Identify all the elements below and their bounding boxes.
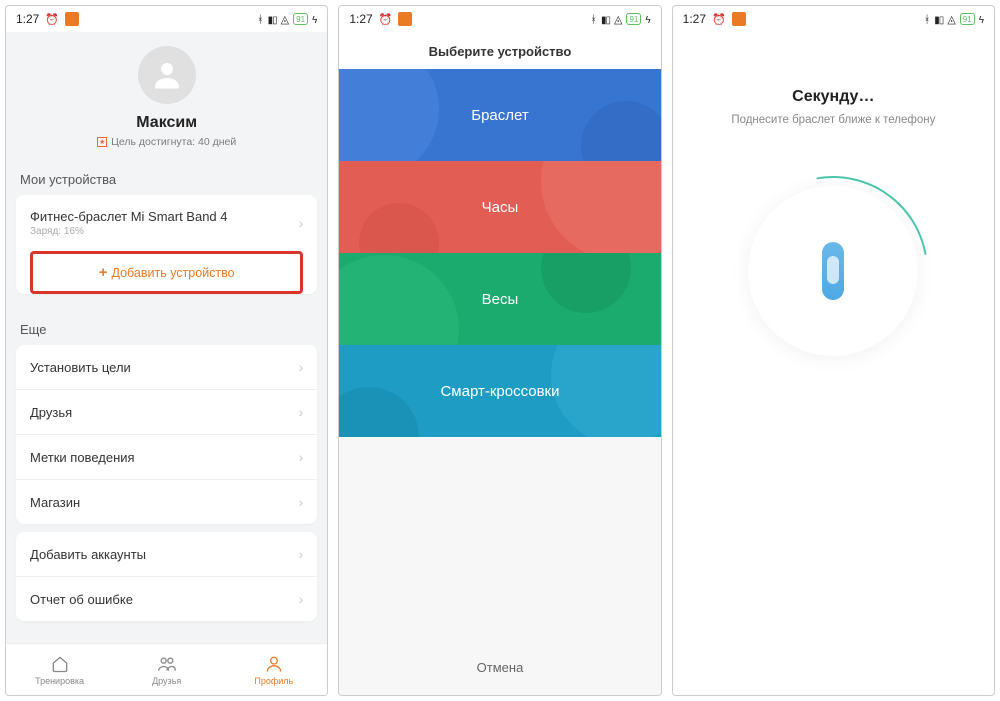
battery-icon: 91: [293, 13, 308, 25]
screen-profile: 1:27 91 Максим ★ Цель достигнута: 40 дне…: [5, 5, 328, 696]
bottom-nav: Тренировка Друзья Профиль: [6, 643, 327, 695]
bluetooth-icon: [257, 12, 264, 26]
screen-searching: 1:27 91 Секунду… Поднесите браслет ближе…: [672, 5, 995, 696]
add-device-button[interactable]: + Добавить устройство: [30, 251, 303, 294]
tile-shoes[interactable]: Смарт-кроссовки: [339, 345, 660, 437]
device-charge: Заряд: 16%: [30, 226, 228, 237]
alarm-icon: [379, 12, 393, 26]
searching-subtitle: Поднесите браслет ближе к телефону: [731, 114, 935, 126]
tile-band[interactable]: Браслет: [339, 69, 660, 161]
status-bar: 1:27 91: [6, 6, 327, 32]
signal-icon: [268, 12, 277, 26]
home-icon: [50, 654, 70, 674]
app-indicator-icon: [732, 12, 746, 26]
status-bar: 1:27 91: [339, 6, 660, 32]
tile-scale[interactable]: Весы: [339, 253, 660, 345]
band-icon: [822, 242, 844, 300]
person-icon: [149, 57, 185, 93]
plus-icon: +: [99, 264, 108, 281]
nav-friends[interactable]: Друзья: [113, 644, 220, 695]
wifi-icon: [947, 12, 955, 26]
chevron-right-icon: ›: [299, 359, 304, 375]
signal-icon: [934, 12, 943, 26]
device-row[interactable]: Фитнес-браслет Mi Smart Band 4 Заряд: 16…: [16, 195, 317, 251]
clock: 1:27: [349, 12, 372, 26]
clock: 1:27: [16, 12, 39, 26]
row-report[interactable]: Отчет об ошибке›: [16, 576, 317, 621]
row-friends[interactable]: Друзья›: [16, 389, 317, 434]
charging-icon: [312, 12, 317, 26]
device-name: Фитнес-браслет Mi Smart Band 4: [30, 209, 228, 224]
alarm-icon: [45, 12, 59, 26]
profile-icon: [264, 654, 284, 674]
username: Максим: [6, 114, 327, 132]
charging-icon: [645, 12, 650, 26]
status-bar: 1:27 91: [673, 6, 994, 32]
wifi-icon: [281, 12, 289, 26]
signal-icon: [601, 12, 610, 26]
cancel-button[interactable]: Отмена: [339, 644, 660, 695]
battery-icon: 91: [626, 13, 641, 25]
section-more: Еще: [6, 308, 327, 345]
bluetooth-icon: [924, 12, 931, 26]
nav-workout[interactable]: Тренировка: [6, 644, 113, 695]
page-title: Выберите устройство: [339, 32, 660, 69]
battery-icon: 91: [960, 13, 975, 25]
chevron-right-icon: ›: [299, 215, 304, 231]
tile-watch[interactable]: Часы: [339, 161, 660, 253]
app-indicator-icon: [65, 12, 79, 26]
section-my-devices: Мои устройства: [6, 158, 327, 195]
chevron-right-icon: ›: [299, 494, 304, 510]
bluetooth-icon: [590, 12, 597, 26]
chevron-right-icon: ›: [299, 449, 304, 465]
spinner: [748, 186, 918, 356]
row-goals[interactable]: Установить цели›: [16, 345, 317, 389]
row-accounts[interactable]: Добавить аккаунты›: [16, 532, 317, 576]
chevron-right-icon: ›: [299, 591, 304, 607]
charging-icon: [979, 12, 984, 26]
chevron-right-icon: ›: [299, 546, 304, 562]
app-indicator-icon: [398, 12, 412, 26]
avatar[interactable]: [138, 46, 196, 104]
wifi-icon: [614, 12, 622, 26]
alarm-icon: [712, 12, 726, 26]
searching-title: Секунду…: [792, 88, 874, 106]
clock: 1:27: [683, 12, 706, 26]
row-behavior[interactable]: Метки поведения›: [16, 434, 317, 479]
nav-profile[interactable]: Профиль: [220, 644, 327, 695]
goal-badge-icon: ★: [97, 137, 107, 147]
goal-text: ★ Цель достигнута: 40 дней: [6, 136, 327, 148]
row-store[interactable]: Магазин›: [16, 479, 317, 524]
chevron-right-icon: ›: [299, 404, 304, 420]
friends-icon: [157, 654, 177, 674]
screen-select-device: 1:27 91 Выберите устройство Браслет Часы…: [338, 5, 661, 696]
